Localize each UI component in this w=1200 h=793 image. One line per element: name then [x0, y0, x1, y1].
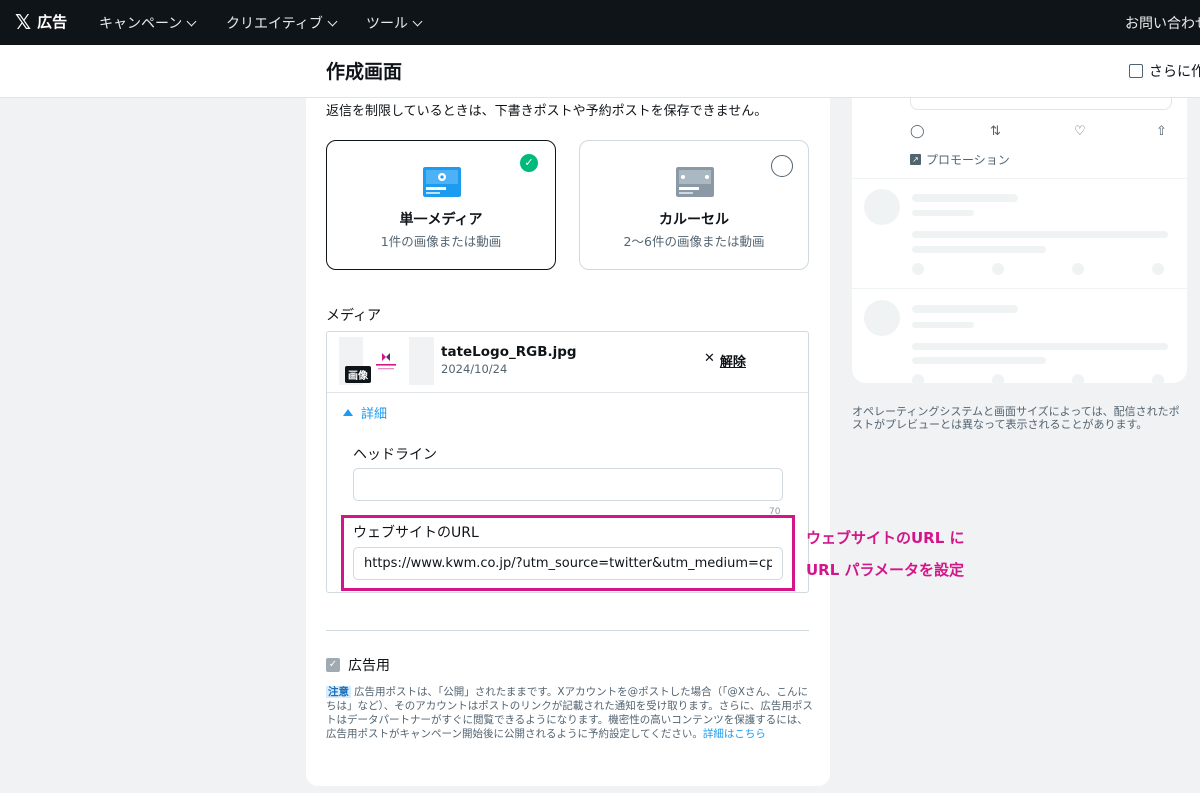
restrict-notice: 返信を制限しているときは、下書きポストや予約ポストを保存できません。 [326, 104, 768, 119]
share-icon: ⇧ [1156, 124, 1167, 139]
post-preview: ◯ ⇅ ♡ ⇧ ↗ プロモーション [852, 98, 1187, 386]
divider [326, 630, 809, 631]
nav-creative-label: クリエイティブ [226, 16, 323, 32]
skeleton-dot [992, 374, 1004, 386]
skeleton-dot [912, 263, 924, 275]
chevron-down-icon [327, 16, 338, 26]
skeleton-avatar [864, 189, 900, 225]
nav-tools[interactable]: ツール [366, 13, 423, 33]
skeleton-line [912, 210, 974, 216]
skeleton-dot [1152, 374, 1164, 386]
skeleton-line [912, 305, 1018, 313]
skeleton-line [912, 322, 974, 328]
nav-creative[interactable]: クリエイティブ [226, 13, 338, 33]
more-create-label: さらに作成 [1149, 64, 1200, 80]
skeleton-line [912, 357, 1046, 364]
skeleton-dot [1152, 263, 1164, 275]
page-header: 作成画面 さらに作成 [0, 45, 1200, 98]
callout-line-1: ウェブサイトのURL に [806, 529, 965, 547]
checkbox-checked-icon[interactable]: ✓ [326, 658, 340, 672]
preview-card-edge [910, 98, 1172, 110]
skeleton-dot [992, 263, 1004, 275]
file-date: 2024/10/24 [441, 362, 508, 376]
x-ads-logo[interactable]: 𝕏 広告 [15, 11, 67, 32]
ad-use-checkbox[interactable]: ✓ 広告用 [326, 655, 390, 675]
media-section-label: メディア [326, 308, 382, 324]
ad-use-label: 広告用 [348, 658, 390, 674]
headline-input[interactable] [353, 468, 783, 501]
media-type-subtitle: 2〜6件の画像または動画 [623, 234, 765, 249]
selected-check-icon: ✓ [520, 154, 538, 172]
x-logo-icon: 𝕏 [15, 9, 32, 34]
details-toggle[interactable]: 詳細 [343, 403, 387, 422]
skeleton-line [912, 194, 1018, 202]
file-name: tateLogo_RGB.jpg [441, 344, 577, 360]
contact-link[interactable]: お問い合わせ [1125, 13, 1200, 33]
carousel-media-icon [676, 167, 714, 197]
nav-campaign-label: キャンペーン [99, 16, 183, 32]
close-icon: ✕ [704, 351, 715, 366]
skeleton-dot [1072, 263, 1084, 275]
logo-text: 広告 [37, 13, 68, 31]
remove-label: 解除 [719, 355, 746, 370]
top-nav: 𝕏 広告 キャンペーン クリエイティブ ツール お問い合わせ [0, 0, 1200, 45]
media-type-single[interactable]: ✓ 単一メディア 1件の画像または動画 [326, 140, 556, 270]
promoted-icon: ↗ [910, 154, 921, 165]
skeleton-dot [1072, 374, 1084, 386]
highlight-box [341, 515, 795, 591]
media-type-subtitle: 1件の画像または動画 [380, 234, 502, 249]
remove-media-button[interactable]: ✕ 解除 [704, 351, 746, 370]
radio-icon[interactable] [771, 155, 793, 177]
more-create-checkbox[interactable]: さらに作成 [1129, 61, 1200, 81]
skeleton-line [912, 231, 1168, 238]
preview-note: オペレーティングシステムと画面サイズによっては、配信されたポストがプレビューとは… [852, 405, 1180, 431]
caret-up-icon [343, 409, 353, 416]
like-icon: ♡ [1074, 124, 1086, 139]
page-title: 作成画面 [326, 61, 403, 83]
image-badge: 画像 [345, 366, 371, 383]
promotion-label: ↗ プロモーション [910, 151, 1010, 168]
repost-icon: ⇅ [990, 124, 1001, 139]
skeleton-avatar [864, 300, 900, 336]
note-tag: 注意 [326, 686, 351, 698]
skeleton-dot [912, 374, 924, 386]
headline-label: ヘッドライン [353, 447, 437, 463]
details-label: 詳細 [361, 407, 388, 422]
divider [327, 392, 808, 393]
nav-tools-label: ツール [366, 16, 408, 32]
divider [852, 178, 1187, 179]
media-type-carousel[interactable]: カルーセル 2〜6件の画像または動画 [579, 140, 809, 270]
promotion-text: プロモーション [926, 153, 1010, 167]
callout-line-2: URL パラメータを設定 [806, 561, 965, 579]
reply-icon: ◯ [910, 124, 925, 139]
divider [852, 288, 1187, 289]
media-thumbnail: 画像 [339, 337, 434, 385]
checkbox-icon[interactable] [1129, 64, 1143, 78]
media-type-title: 単一メディア [399, 212, 483, 228]
chevron-down-icon [412, 16, 423, 26]
chevron-down-icon [186, 16, 197, 26]
media-type-title: カルーセル [659, 212, 729, 228]
skeleton-line [912, 343, 1168, 350]
nav-campaign[interactable]: キャンペーン [99, 13, 197, 33]
single-media-icon [423, 167, 461, 197]
skeleton-line [912, 246, 1046, 253]
preview-actions: ◯ ⇅ ♡ ⇧ [910, 124, 1170, 140]
learn-more-link[interactable]: 詳細はこちら [703, 728, 766, 740]
ad-use-note: 注意 広告用ポストは、「公開」されたままです。Xアカウントを@ポストした場合（「@… [326, 685, 813, 741]
